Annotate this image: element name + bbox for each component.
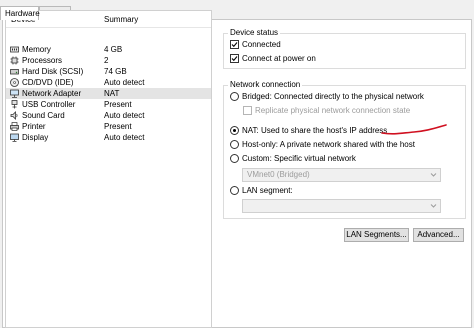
host-only-label[interactable]: Host-only: A private network shared with… <box>242 140 415 149</box>
connect-at-power-on-checkbox[interactable] <box>230 54 239 63</box>
device-summary: 2 <box>104 56 109 65</box>
device-name: Printer <box>22 122 46 131</box>
replicate-state-label[interactable]: Replicate physical network connection st… <box>255 106 410 115</box>
bridged-radio[interactable] <box>230 92 239 101</box>
device-summary: Auto detect <box>104 78 145 87</box>
device-summary: 74 GB <box>104 67 127 76</box>
device-summary: Auto detect <box>104 133 145 142</box>
device-row-printer[interactable]: Printer Present <box>6 121 211 132</box>
device-status-title: Device status <box>228 28 281 37</box>
device-row-memory[interactable]: Memory 4 GB <box>6 44 211 55</box>
device-summary: 4 GB <box>104 45 123 54</box>
device-row-sound-card[interactable]: Sound Card Auto detect <box>6 110 211 121</box>
custom-label[interactable]: Custom: Specific virtual network <box>242 154 356 163</box>
hard-disk-icon <box>10 69 19 75</box>
chevron-down-icon <box>430 204 437 208</box>
device-row-usb-controller[interactable]: USB Controller Present <box>6 99 211 110</box>
connected-checkbox[interactable] <box>230 40 239 49</box>
custom-network-select[interactable]: VMnet0 (Bridged) <box>242 168 441 182</box>
nat-label[interactable]: NAT: Used to share the host's IP address <box>242 126 387 135</box>
printer-icon <box>10 122 19 131</box>
device-row-processors[interactable]: Processors 2 <box>6 55 211 66</box>
red-underline-annotation <box>381 124 447 135</box>
device-name: Processors <box>22 56 63 65</box>
check-icon <box>231 56 238 62</box>
lan-segment-select[interactable] <box>242 199 441 213</box>
radio-selected-dot <box>233 129 236 132</box>
connected-label[interactable]: Connected <box>242 40 281 49</box>
sound-card-icon <box>10 111 18 120</box>
device-name: Sound Card <box>22 111 65 120</box>
custom-radio[interactable] <box>230 154 239 163</box>
lan-segment-label[interactable]: LAN segment: <box>242 186 293 195</box>
device-summary: NAT <box>104 89 120 98</box>
usb-icon <box>11 100 18 109</box>
tab-hardware[interactable]: Hardware <box>0 6 40 20</box>
lan-segments-button[interactable]: LAN Segments... <box>344 228 409 242</box>
replicate-state-checkbox[interactable] <box>243 106 252 115</box>
nat-radio[interactable] <box>230 126 239 135</box>
check-icon <box>231 42 238 48</box>
device-name: Hard Disk (SCSI) <box>22 67 84 76</box>
device-summary: Present <box>104 100 132 109</box>
device-name: USB Controller <box>22 100 76 109</box>
bridged-label[interactable]: Bridged: Connected directly to the physi… <box>242 92 424 101</box>
device-row-display[interactable]: Display Auto detect <box>6 132 211 143</box>
device-row-hard-disk[interactable]: Hard Disk (SCSI) 74 GB <box>6 66 211 77</box>
device-name: Display <box>22 133 49 142</box>
advanced-button[interactable]: Advanced... <box>413 228 464 242</box>
custom-network-value: VMnet0 (Bridged) <box>247 170 310 179</box>
device-summary: Present <box>104 122 132 131</box>
host-only-radio[interactable] <box>230 140 239 149</box>
device-row-cd-dvd[interactable]: CD/DVD (IDE) Auto detect <box>6 77 211 88</box>
device-row-network-adapter[interactable]: Network Adapter NAT <box>6 88 211 99</box>
network-connection-title: Network connection <box>228 80 303 89</box>
display-icon <box>10 133 19 142</box>
connect-at-power-on-label[interactable]: Connect at power on <box>242 54 316 63</box>
lan-segment-radio[interactable] <box>230 186 239 195</box>
memory-icon <box>10 46 19 53</box>
device-name: CD/DVD (IDE) <box>22 78 74 87</box>
device-name: Network Adapter <box>22 89 82 98</box>
network-adapter-icon <box>10 89 19 98</box>
processor-icon <box>10 56 19 65</box>
chevron-down-icon <box>430 173 437 177</box>
device-summary: Auto detect <box>104 111 145 120</box>
device-list: Device Summary Memory 4 GB Processors 2 … <box>5 10 212 328</box>
cd-dvd-icon <box>10 78 19 87</box>
device-status-group: Device status <box>223 28 466 69</box>
summary-column-header[interactable]: Summary <box>104 15 138 24</box>
device-name: Memory <box>22 45 51 54</box>
